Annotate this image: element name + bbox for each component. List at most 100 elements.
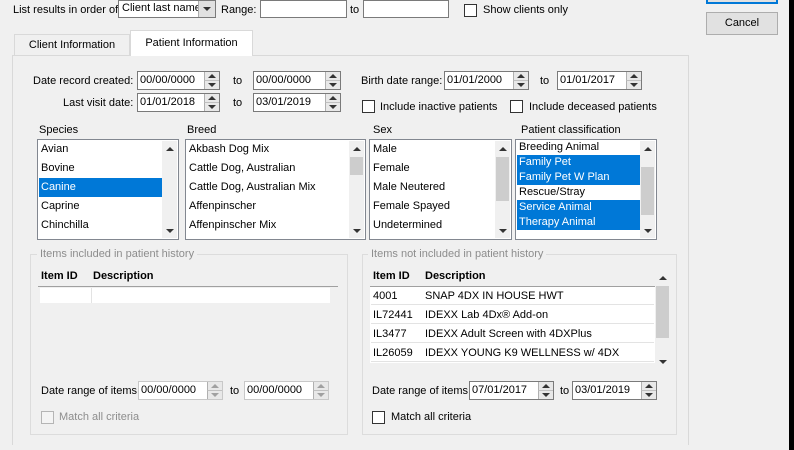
- include-deceased-label: Include deceased patients: [529, 101, 657, 113]
- breed-list-item[interactable]: Akbash Dog Mix: [187, 140, 349, 159]
- breed-scroll-thumb[interactable]: [350, 157, 363, 175]
- spin-up-icon[interactable]: [641, 382, 656, 391]
- breed-scrollbar[interactable]: [349, 141, 364, 238]
- sex-list-item[interactable]: Undetermined: [371, 216, 495, 235]
- spin-down-icon[interactable]: [538, 391, 553, 399]
- spin-down-icon[interactable]: [207, 391, 222, 399]
- table-row[interactable]: IL72441 IDEXX Lab 4Dx® Add-on: [371, 306, 654, 324]
- range-to-input[interactable]: [363, 0, 449, 18]
- spin-up-icon[interactable]: [626, 72, 641, 81]
- scroll-down-icon[interactable]: [495, 223, 510, 238]
- item-description-cell: IDEXX Lab 4Dx® Add-on: [425, 309, 549, 321]
- chevron-down-icon[interactable]: [198, 1, 215, 17]
- birth-to-field[interactable]: 01/01/2017: [557, 71, 642, 90]
- cancel-button[interactable]: Cancel: [706, 12, 778, 35]
- sex-list-item[interactable]: Male: [371, 140, 495, 159]
- included-match-checkbox[interactable]: [41, 411, 54, 424]
- classification-list-item[interactable]: Family Pet: [517, 155, 640, 170]
- scroll-down-icon[interactable]: [162, 223, 177, 238]
- spin-down-icon[interactable]: [204, 103, 219, 111]
- scroll-up-icon[interactable]: [349, 141, 364, 156]
- excluded-date-from-field[interactable]: 07/01/2017: [469, 381, 554, 400]
- classification-scroll-thumb[interactable]: [641, 167, 654, 215]
- ok-button[interactable]: [706, 0, 778, 4]
- included-date-from-field[interactable]: 00/00/0000: [138, 381, 223, 400]
- show-clients-checkbox[interactable]: [464, 4, 477, 17]
- scroll-up-icon[interactable]: [655, 270, 670, 285]
- species-list-item[interactable]: Bovine: [39, 159, 162, 178]
- spin-up-icon[interactable]: [207, 382, 222, 391]
- range-from-input[interactable]: [260, 0, 347, 18]
- species-list[interactable]: Avian Bovine Canine Caprine Chinchilla: [37, 139, 179, 240]
- sex-scroll-thumb[interactable]: [496, 157, 509, 201]
- classification-list-item[interactable]: Breeding Animal: [517, 140, 640, 155]
- spin-down-icon[interactable]: [641, 391, 656, 399]
- spin-down-icon[interactable]: [313, 391, 328, 399]
- sex-list[interactable]: Male Female Male Neutered Female Spayed Unde…: [369, 139, 512, 240]
- included-date-to-field[interactable]: 00/00/0000: [244, 381, 329, 400]
- species-list-item[interactable]: Caprine: [39, 197, 162, 216]
- species-list-item[interactable]: Canine: [39, 178, 162, 197]
- tab-client-information[interactable]: Client Information: [14, 34, 130, 55]
- classification-list-item[interactable]: Rescue/Stray: [517, 185, 640, 200]
- sex-scrollbar[interactable]: [495, 141, 510, 238]
- spin-up-icon[interactable]: [325, 72, 340, 81]
- spin-up-icon[interactable]: [513, 72, 528, 81]
- table-row[interactable]: 4001 SNAP 4DX IN HOUSE HWT: [371, 287, 654, 305]
- table-row[interactable]: IL3477 IDEXX Adult Screen with 4DXPlus: [371, 325, 654, 343]
- classification-list[interactable]: Breeding Animal Family Pet Family Pet W Pl…: [515, 139, 657, 240]
- last-visit-to-field[interactable]: 03/01/2019: [253, 93, 341, 112]
- spin-down-icon[interactable]: [325, 103, 340, 111]
- record-created-from-value: 00/00/0000: [140, 74, 196, 86]
- spin-up-icon[interactable]: [325, 94, 340, 103]
- included-empty-row: [40, 288, 330, 303]
- tab-patient-information[interactable]: Patient Information: [130, 30, 253, 56]
- spin-up-icon[interactable]: [204, 94, 219, 103]
- classification-list-item[interactable]: Family Pet W Plan: [517, 170, 640, 185]
- excluded-match-checkbox[interactable]: [372, 411, 385, 424]
- species-scrollbar[interactable]: [162, 141, 177, 238]
- include-inactive-checkbox[interactable]: [362, 100, 375, 113]
- spin-up-icon[interactable]: [313, 382, 328, 391]
- window-edge: [789, 0, 794, 450]
- order-value: Client last name: [122, 2, 201, 14]
- scroll-down-icon[interactable]: [655, 354, 670, 369]
- classification-scrollbar[interactable]: [640, 141, 655, 238]
- spin-up-icon[interactable]: [538, 382, 553, 391]
- order-select[interactable]: Client last name: [118, 0, 216, 18]
- breed-list-item[interactable]: Affenpinscher Mix: [187, 216, 349, 235]
- scroll-up-icon[interactable]: [640, 141, 655, 156]
- sex-list-item[interactable]: Female: [371, 159, 495, 178]
- sex-list-item[interactable]: Female Spayed: [371, 197, 495, 216]
- breed-list[interactable]: Akbash Dog Mix Cattle Dog, Australian Catt…: [185, 139, 366, 240]
- scroll-up-icon[interactable]: [162, 141, 177, 156]
- scroll-down-icon[interactable]: [640, 223, 655, 238]
- record-created-to-field[interactable]: 00/00/0000: [253, 71, 341, 90]
- classification-list-item[interactable]: Service Animal: [517, 200, 640, 215]
- sex-list-item[interactable]: Male Neutered: [371, 178, 495, 197]
- table-row[interactable]: IL26059 IDEXX YOUNG K9 WELLNESS w/ 4DX: [371, 344, 654, 362]
- breed-list-item[interactable]: Affenpinscher: [187, 197, 349, 216]
- to-label: to: [233, 97, 243, 109]
- species-list-item[interactable]: Avian: [39, 140, 162, 159]
- birth-from-field[interactable]: 01/01/2000: [444, 71, 529, 90]
- spin-down-icon[interactable]: [325, 81, 340, 89]
- include-deceased-checkbox[interactable]: [510, 100, 523, 113]
- breed-list-item[interactable]: Cattle Dog, Australian: [187, 159, 349, 178]
- scroll-up-icon[interactable]: [495, 141, 510, 156]
- scroll-down-icon[interactable]: [349, 223, 364, 238]
- classification-list-item[interactable]: Therapy Animal: [517, 215, 640, 230]
- species-list-item[interactable]: Chinchilla: [39, 216, 162, 235]
- excluded-scrollbar[interactable]: [655, 270, 670, 369]
- spin-down-icon[interactable]: [204, 81, 219, 89]
- excluded-scroll-thumb[interactable]: [656, 286, 669, 338]
- show-clients-label: Show clients only: [483, 4, 568, 16]
- spin-down-icon[interactable]: [626, 81, 641, 89]
- excluded-date-to-field[interactable]: 03/01/2019: [572, 381, 657, 400]
- spin-up-icon[interactable]: [204, 72, 219, 81]
- last-visit-from-field[interactable]: 01/01/2018: [137, 93, 220, 112]
- item-description-cell: IDEXX YOUNG K9 WELLNESS w/ 4DX: [425, 347, 620, 359]
- spin-down-icon[interactable]: [513, 81, 528, 89]
- breed-list-item[interactable]: Cattle Dog, Australian Mix: [187, 178, 349, 197]
- record-created-from-field[interactable]: 00/00/0000: [137, 71, 220, 90]
